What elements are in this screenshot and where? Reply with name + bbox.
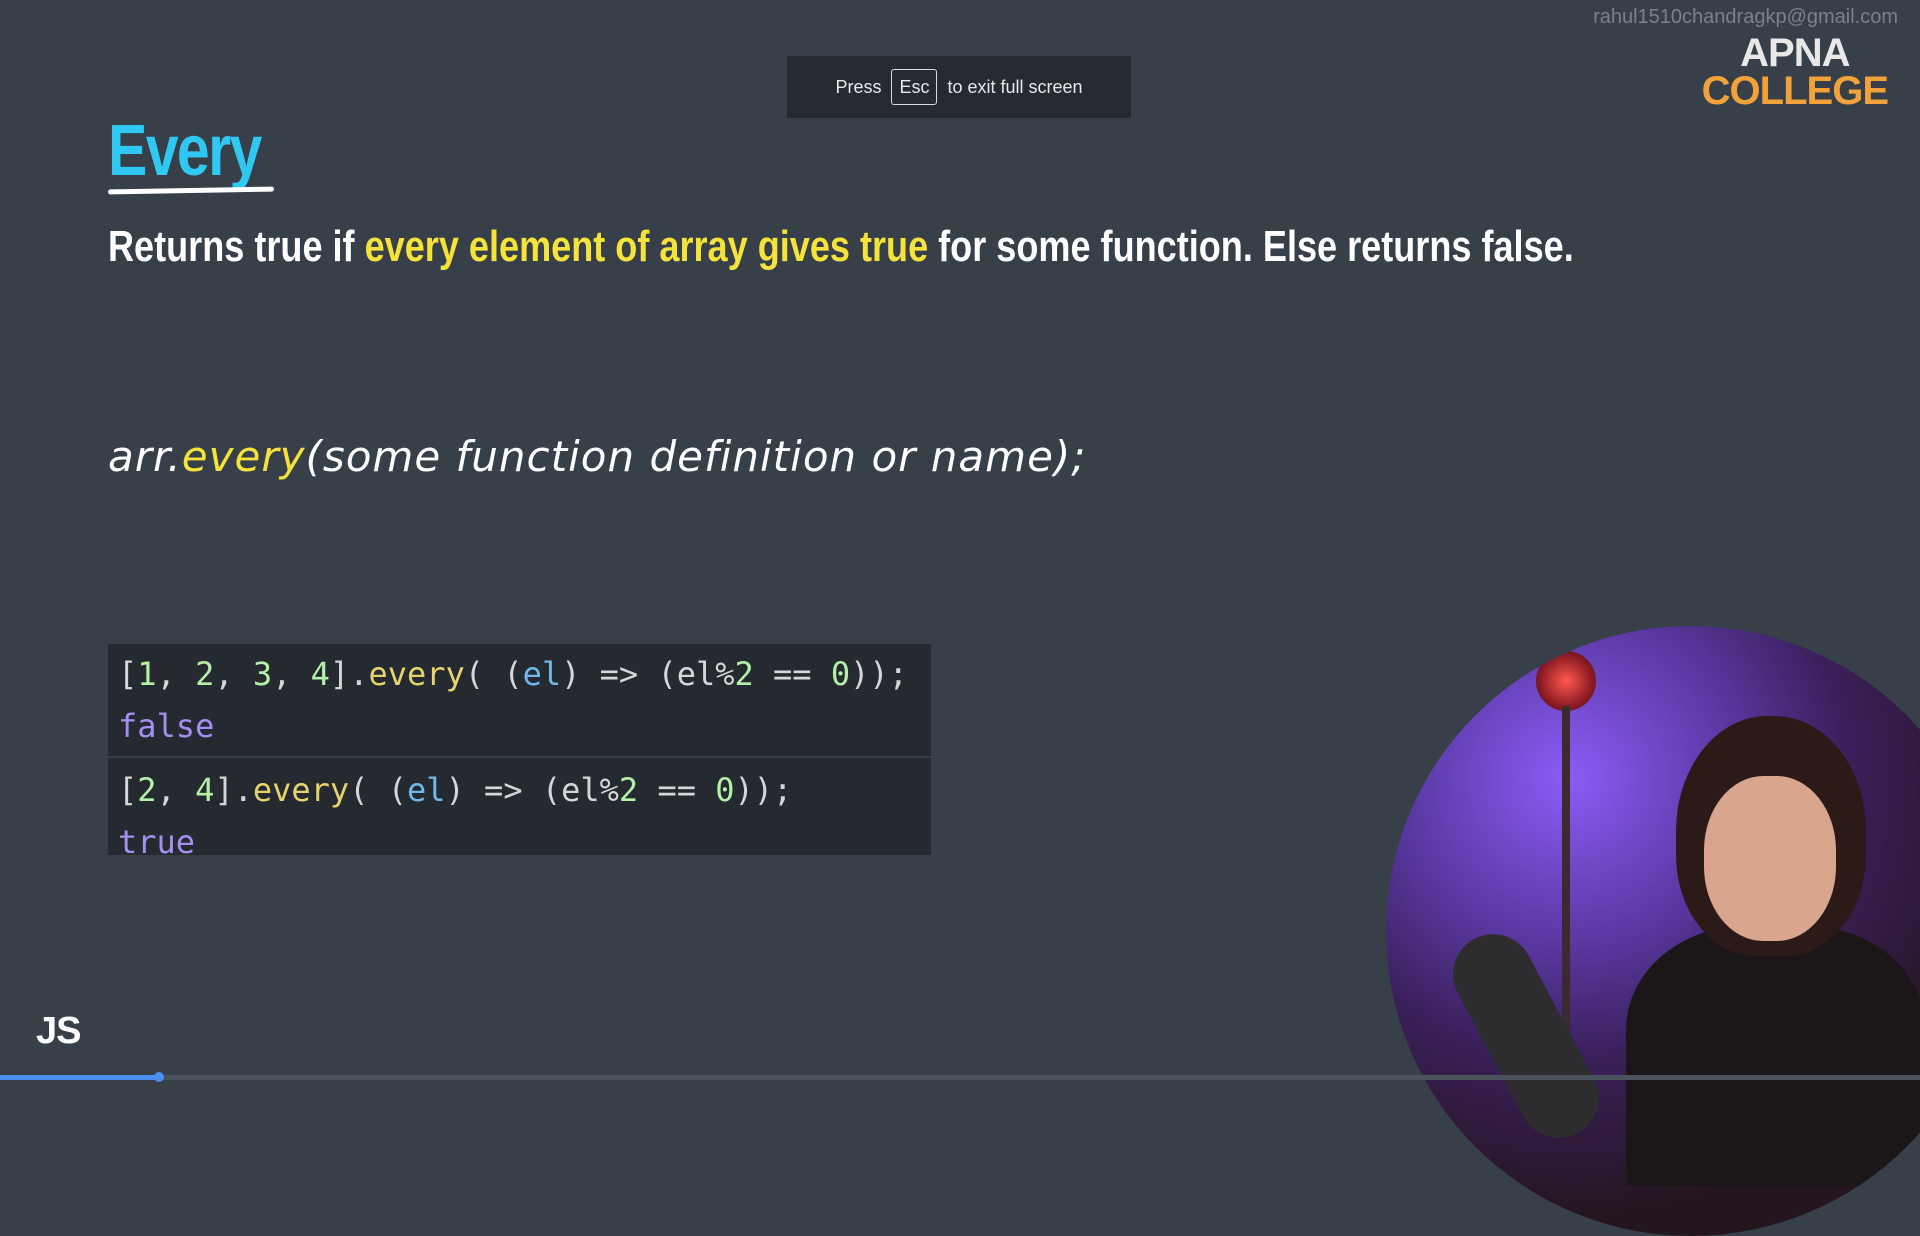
code-bracket: ]. bbox=[214, 771, 253, 809]
code-number: 0 bbox=[830, 655, 851, 693]
syntax-line: arr.every(some function definition or na… bbox=[108, 432, 1086, 481]
code-arrow: ) => ( bbox=[561, 655, 677, 693]
code-number: 0 bbox=[715, 771, 735, 809]
slide-description: Returns true if every element of array g… bbox=[108, 222, 1574, 272]
code-example-2: [2, 4].every( (el) => (el%2 == 0)); true bbox=[108, 756, 931, 868]
code-param: el bbox=[522, 655, 562, 693]
code-result-true: true bbox=[118, 823, 196, 861]
syntax-args: (some function definition or name); bbox=[305, 432, 1087, 481]
code-number: 3 bbox=[252, 655, 273, 693]
code-number: 4 bbox=[195, 771, 215, 809]
code-example-1: [1, 2, 3, 4].every( (el) => (el%2 == 0))… bbox=[108, 644, 931, 752]
code-punct: )); bbox=[734, 771, 793, 809]
code-number: 4 bbox=[310, 655, 330, 693]
code-method: every bbox=[368, 655, 465, 693]
esc-key-badge: Esc bbox=[891, 69, 938, 105]
code-result-false: false bbox=[118, 707, 215, 745]
code-number: 2 bbox=[195, 655, 215, 693]
code-arrow: ) => ( bbox=[445, 771, 562, 809]
logo-line-1: APNA bbox=[1740, 31, 1850, 75]
microphone bbox=[1439, 920, 1613, 1152]
studio-light bbox=[1536, 651, 1596, 711]
code-expr: el% bbox=[561, 771, 619, 809]
fullscreen-exit-toast: Press Esc to exit full screen bbox=[787, 56, 1131, 118]
code-line: [2, 4].every( (el) => (el%2 == 0)); bbox=[118, 771, 793, 809]
code-punct: )); bbox=[850, 655, 908, 693]
code-param: el bbox=[406, 771, 446, 809]
progress-scrubber[interactable] bbox=[154, 1072, 165, 1082]
code-bracket: ]. bbox=[329, 655, 369, 693]
code-number: 2 bbox=[734, 655, 754, 693]
syntax-method: every bbox=[181, 432, 306, 481]
code-expr: el% bbox=[676, 655, 735, 693]
progress-fill bbox=[0, 1075, 160, 1080]
code-bracket: [ bbox=[118, 655, 138, 693]
video-progress-bar[interactable] bbox=[0, 1072, 1920, 1082]
js-badge: JS bbox=[36, 1010, 81, 1052]
logo-line-2: COLLEGE bbox=[1701, 69, 1889, 113]
code-line: [1, 2, 3, 4].every( (el) => (el%2 == 0))… bbox=[118, 655, 908, 693]
presenter-webcam bbox=[1386, 626, 1920, 1236]
presenter-body bbox=[1626, 926, 1920, 1186]
apna-college-logo: APNA COLLEGE bbox=[1701, 31, 1889, 113]
code-operator: == bbox=[753, 655, 831, 693]
code-punct: ( ( bbox=[349, 771, 407, 809]
syntax-object: arr. bbox=[108, 432, 182, 481]
toast-press-text: Press bbox=[835, 76, 882, 97]
description-highlight: every element of array gives true bbox=[364, 222, 929, 271]
code-operator: == bbox=[638, 771, 716, 809]
code-number: 1 bbox=[137, 655, 157, 693]
presenter-face bbox=[1704, 776, 1836, 941]
description-part-2: for some function. Else returns false. bbox=[928, 222, 1574, 271]
toast-rest-text: to exit full screen bbox=[947, 76, 1083, 97]
code-bracket: [ bbox=[118, 771, 138, 809]
slide-title: Every bbox=[108, 111, 262, 191]
light-tripod bbox=[1562, 706, 1570, 1036]
description-part-1: Returns true if bbox=[108, 222, 365, 271]
code-number: 2 bbox=[137, 771, 157, 809]
watermark-email: rahul1510chandragkp@gmail.com bbox=[1593, 6, 1898, 28]
code-number: 2 bbox=[618, 771, 639, 809]
code-example-panel: [1, 2, 3, 4].every( (el) => (el%2 == 0))… bbox=[108, 644, 931, 861]
code-method: every bbox=[252, 771, 350, 809]
code-punct: ( ( bbox=[464, 655, 523, 693]
